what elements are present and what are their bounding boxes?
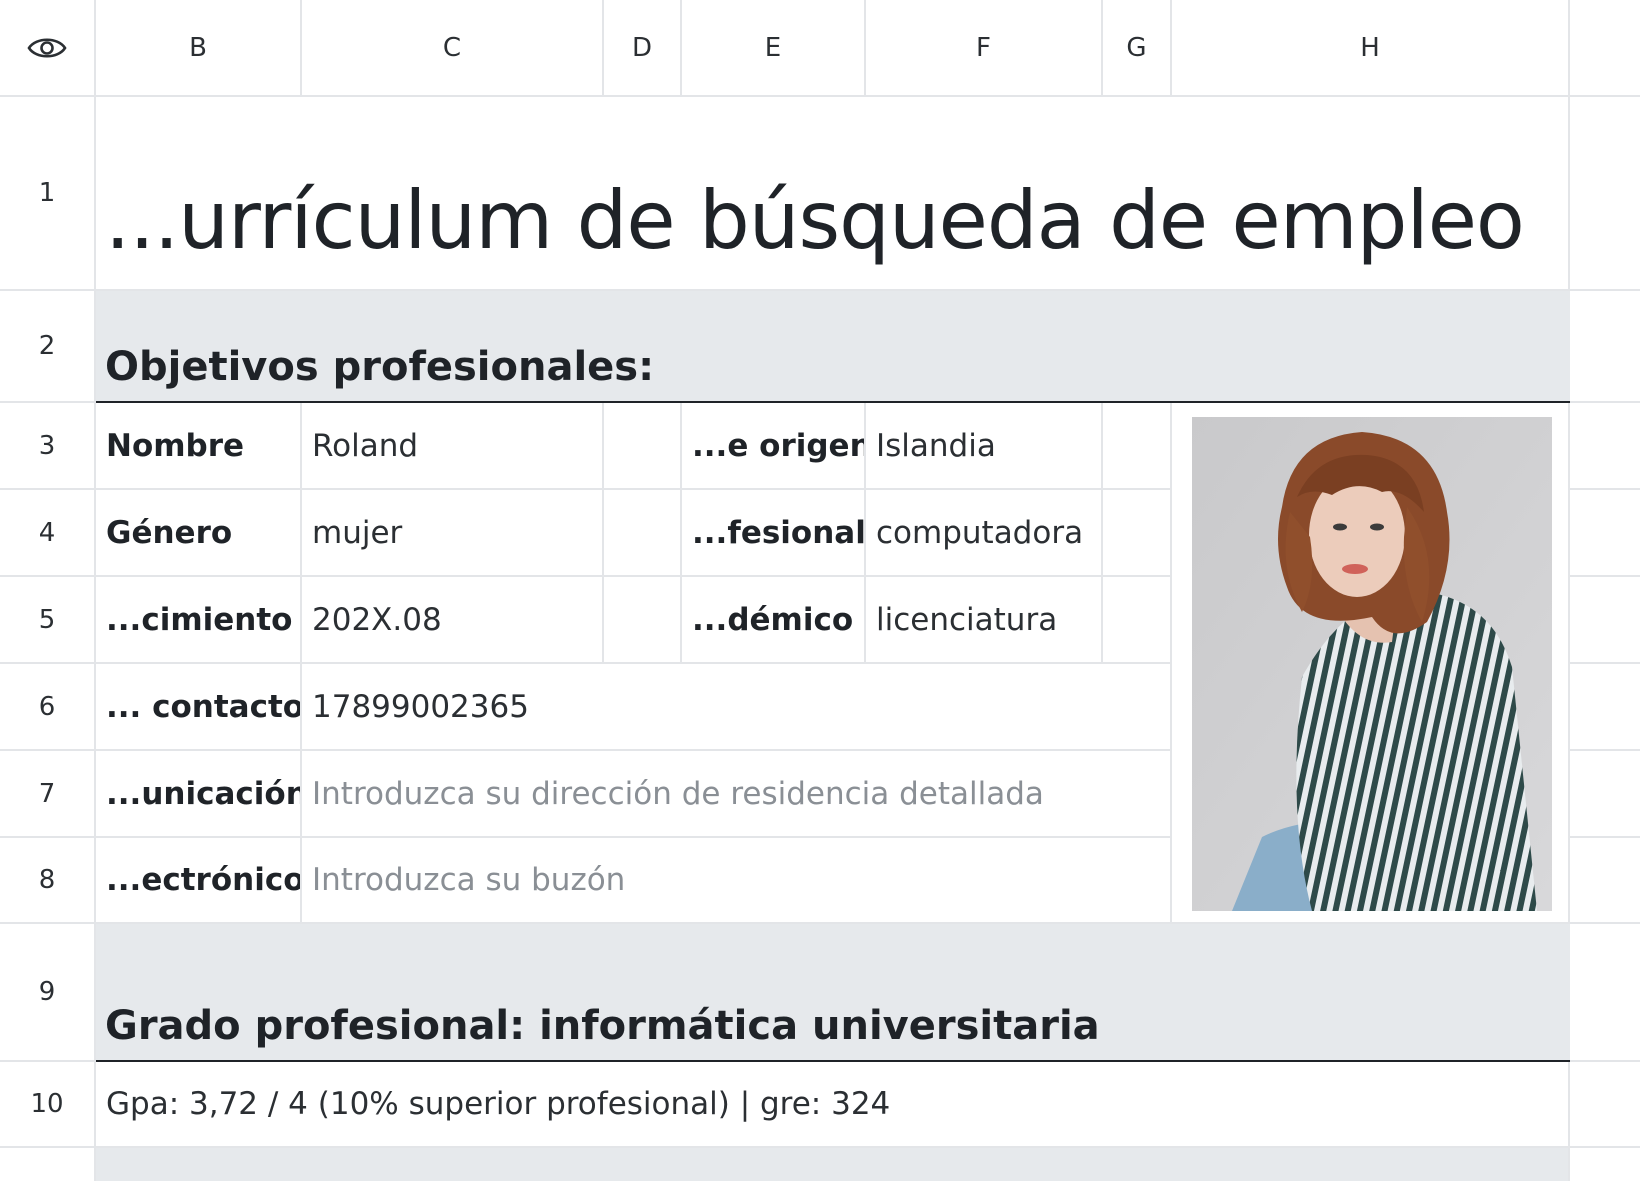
row-header-3[interactable]: 3 bbox=[0, 403, 96, 490]
cell-i6[interactable] bbox=[1570, 664, 1640, 751]
row-header-7[interactable]: 7 bbox=[0, 751, 96, 838]
birth-label[interactable]: ...cimiento bbox=[96, 577, 302, 664]
row-header-8[interactable]: 8 bbox=[0, 838, 96, 924]
cell-i7[interactable] bbox=[1570, 751, 1640, 838]
row-header-2[interactable]: 2 bbox=[0, 291, 96, 403]
origin-value[interactable]: Islandia bbox=[866, 403, 1103, 490]
cell-i4[interactable] bbox=[1570, 490, 1640, 577]
column-header-f[interactable]: F bbox=[866, 0, 1103, 97]
column-header-e[interactable]: E bbox=[682, 0, 866, 97]
address-input[interactable]: Introduzca su dirección de residencia de… bbox=[302, 751, 1172, 838]
cell-d4[interactable] bbox=[604, 490, 682, 577]
corner-header[interactable] bbox=[0, 0, 96, 97]
cell-i10[interactable] bbox=[1570, 1062, 1640, 1148]
eye-icon[interactable] bbox=[27, 34, 67, 62]
origin-label[interactable]: ...e origen bbox=[682, 403, 866, 490]
cell-d5[interactable] bbox=[604, 577, 682, 664]
cell-g4[interactable] bbox=[1103, 490, 1172, 577]
cell-g3[interactable] bbox=[1103, 403, 1172, 490]
row-header-6[interactable]: 6 bbox=[0, 664, 96, 751]
row-header-1[interactable]: 1 bbox=[0, 97, 96, 291]
section-title-objectives: Objetivos profesionales: bbox=[105, 344, 655, 390]
cell-i5[interactable] bbox=[1570, 577, 1640, 664]
column-header-b[interactable]: B bbox=[96, 0, 302, 97]
row-header-10[interactable]: 10 bbox=[0, 1062, 96, 1148]
section-band-next[interactable] bbox=[96, 1148, 1570, 1181]
name-value[interactable]: Roland bbox=[302, 403, 604, 490]
cell-i3[interactable] bbox=[1570, 403, 1640, 490]
profession-label[interactable]: ...fesional bbox=[682, 490, 866, 577]
section-title-degree: Grado profesional: informática universit… bbox=[105, 1003, 1100, 1049]
grid-line bbox=[1568, 1148, 1570, 1181]
name-label[interactable]: Nombre bbox=[96, 403, 302, 490]
column-header-d[interactable]: D bbox=[604, 0, 682, 97]
page-title: ...urrículum de búsqueda de empleo bbox=[105, 174, 1525, 267]
academic-label[interactable]: ...démico bbox=[682, 577, 866, 664]
column-header-extra[interactable] bbox=[1570, 0, 1640, 97]
row-header-4[interactable]: 4 bbox=[0, 490, 96, 577]
contact-value[interactable]: 17899002365 bbox=[302, 664, 1172, 751]
gpa-cell[interactable]: Gpa: 3,72 / 4 (10% superior profesional)… bbox=[96, 1062, 1570, 1148]
row-header-11[interactable] bbox=[0, 1148, 96, 1181]
cell-d3[interactable] bbox=[604, 403, 682, 490]
spreadsheet: B C D E F G H 1 2 3 4 5 6 7 8 9 10 ...ur… bbox=[0, 0, 1640, 1181]
row-header-5[interactable]: 5 bbox=[0, 577, 96, 664]
cell-g5[interactable] bbox=[1103, 577, 1172, 664]
address-label[interactable]: ...unicación bbox=[96, 751, 302, 838]
row-header-9[interactable]: 9 bbox=[0, 924, 96, 1062]
profession-value[interactable]: computadora bbox=[866, 490, 1103, 577]
column-header-c[interactable]: C bbox=[302, 0, 604, 97]
email-label[interactable]: ...ectrónico bbox=[96, 838, 302, 924]
email-input[interactable]: Introduzca su buzón bbox=[302, 838, 1172, 924]
academic-value[interactable]: licenciatura bbox=[866, 577, 1103, 664]
cell-i1[interactable] bbox=[1570, 97, 1640, 291]
cell-i8[interactable] bbox=[1570, 838, 1640, 924]
profile-photo[interactable] bbox=[1192, 417, 1552, 911]
cell-i9[interactable] bbox=[1570, 924, 1640, 1062]
gender-label[interactable]: Género bbox=[96, 490, 302, 577]
gender-value[interactable]: mujer bbox=[302, 490, 604, 577]
column-header-h[interactable]: H bbox=[1172, 0, 1570, 97]
contact-label[interactable]: ... contacto bbox=[96, 664, 302, 751]
birth-value[interactable]: 202X.08 bbox=[302, 577, 604, 664]
column-header-g[interactable]: G bbox=[1103, 0, 1172, 97]
